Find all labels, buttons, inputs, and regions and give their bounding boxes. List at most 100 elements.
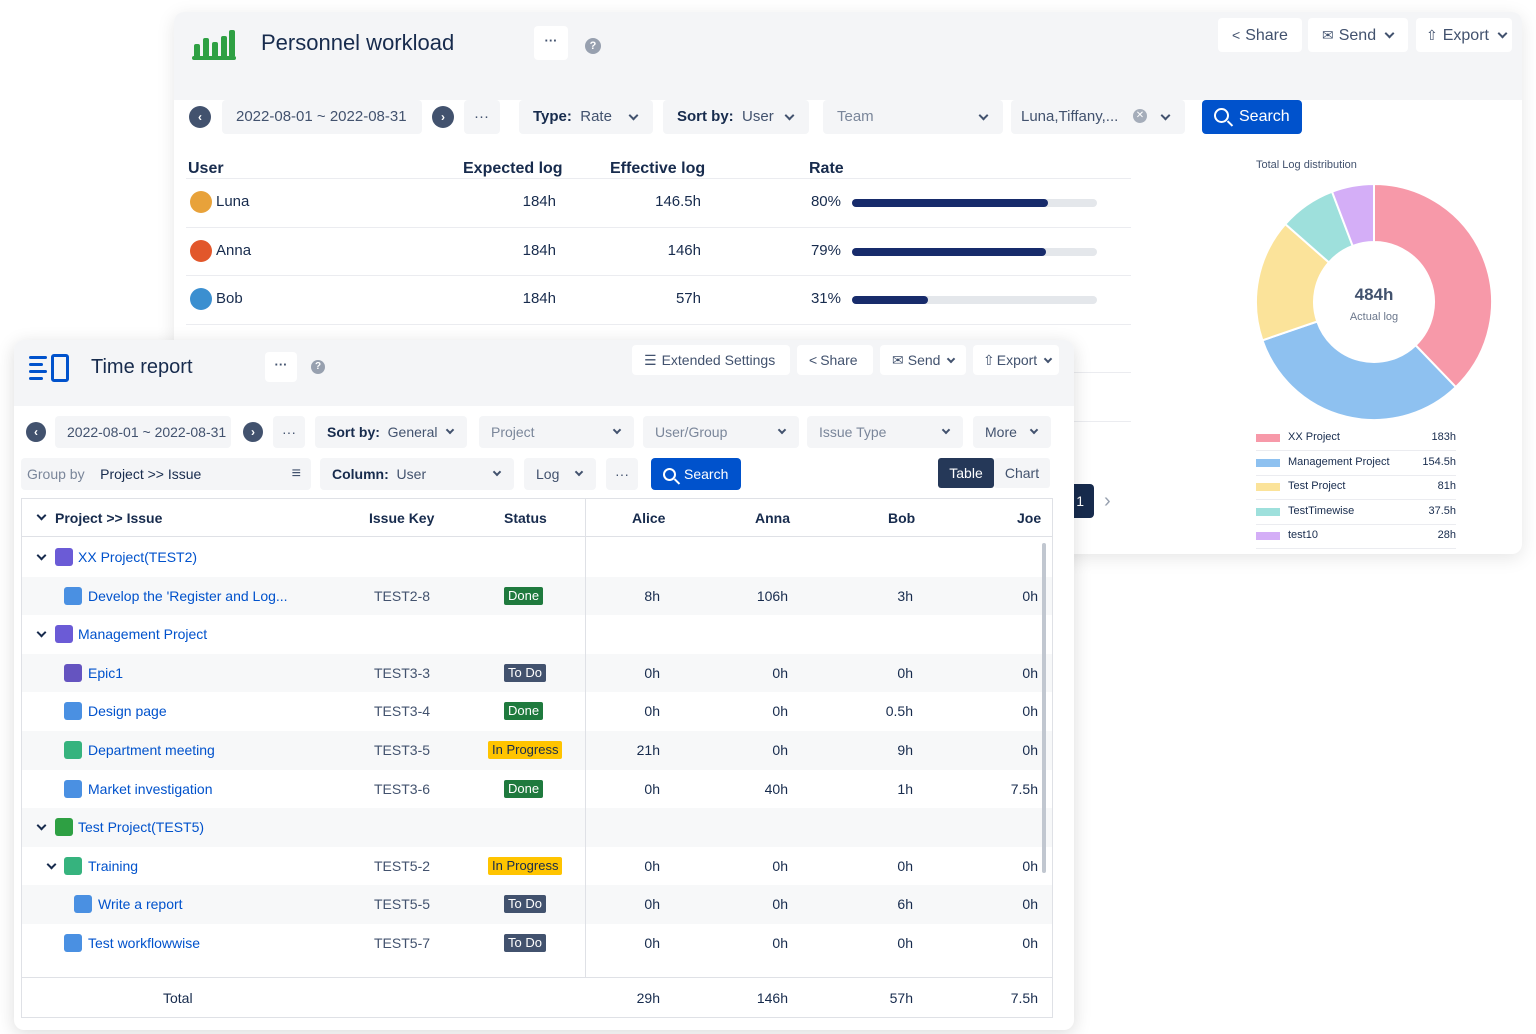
send-button[interactable]: ✉ Send [880,345,966,375]
date-options-button[interactable]: ··· [464,100,500,134]
project-name[interactable]: Test Project(TEST5) [78,819,204,835]
legend-name: XX Project [1288,431,1340,443]
more-filters-button[interactable]: More [973,416,1051,448]
issue-summary[interactable]: Test workflowwise [88,935,200,951]
issue-key[interactable]: TEST5-7 [374,935,430,951]
more-actions-button[interactable]: ··· [606,458,638,490]
issue-key[interactable]: TEST2-8 [374,588,430,604]
column-select[interactable]: Column: User [320,458,514,490]
issue-key[interactable]: TEST5-2 [374,858,430,874]
table-row[interactable]: Epic1 TEST3-3 To Do 0h 0h 0h 0h [22,653,1052,693]
project-group-row[interactable]: XX Project(TEST2) [22,538,1052,577]
rate-bar [852,199,1097,207]
chevron-down-icon[interactable] [36,627,47,638]
search-button[interactable]: Search [651,458,741,490]
user-group-select[interactable]: User/Group [643,416,799,448]
issue-key[interactable]: TEST3-3 [374,665,430,681]
chevron-down-icon[interactable] [36,820,47,831]
table-row[interactable]: Bob 184h 57h 31% [186,275,1131,323]
share-button[interactable]: < Share [797,345,873,375]
date-range-field[interactable]: 2022-08-01 ~ 2022-08-31 [55,416,231,448]
send-button[interactable]: ✉ Send [1308,18,1408,52]
status-badge: Done [504,779,544,798]
team-select[interactable]: Team [823,100,1003,134]
legend-item[interactable]: Test Project 81h [1256,476,1456,500]
date-range-field[interactable]: 2022-08-01 ~ 2022-08-31 [222,100,422,134]
users-select[interactable]: Luna,Tiffany,... ✕ [1011,100,1185,134]
table-row[interactable]: Write a report TEST5-5 To Do 0h 0h 6h 0h [22,885,1052,924]
status-badge: In Progress [488,856,563,875]
legend-value: 81h [1437,480,1456,492]
issue-summary[interactable]: Design page [88,703,167,719]
table-row[interactable]: Test workflowwise TEST5-7 To Do 0h 0h 0h 0h [22,924,1052,963]
next-period-button[interactable]: › [432,106,454,128]
table-row[interactable]: Luna 184h 146.5h 80% [186,178,1131,226]
issue-type-select[interactable]: Issue Type [807,416,963,448]
hours-joe: 0h [1022,742,1038,758]
page-next-button[interactable]: › [1104,490,1111,513]
export-button[interactable]: ⇧ Export [1416,18,1512,52]
status-badge: To Do [504,663,546,682]
more-options-button[interactable]: ··· [265,352,297,382]
issue-summary[interactable]: Epic1 [88,665,123,681]
chevron-down-icon[interactable] [46,859,57,870]
date-options-button[interactable]: ··· [273,416,305,448]
issue-key[interactable]: TEST3-6 [374,781,430,797]
rate-text: 31% [810,290,841,307]
issue-key[interactable]: TEST3-4 [374,703,430,719]
share-button[interactable]: < Share [1218,18,1302,52]
project-group-row[interactable]: Management Project [22,615,1052,654]
legend-item[interactable]: TestTimewise 37.5h [1256,501,1456,525]
group-by-field[interactable]: Group by Project >> Issue ≡ [21,458,311,490]
next-period-button[interactable]: › [243,422,263,442]
export-button[interactable]: ⇧ Export [973,345,1059,375]
prev-period-button[interactable]: ‹ [26,422,46,442]
legend-item[interactable]: test10 28h [1256,525,1456,549]
vertical-scrollbar[interactable] [1042,543,1046,873]
table-row[interactable]: Design page TEST3-4 Done 0h 0h 0.5h 0h [22,692,1052,731]
log-select[interactable]: Log [524,458,596,490]
issue-key[interactable]: TEST5-5 [374,896,430,912]
project-name[interactable]: Management Project [78,626,207,642]
table-view-toggle[interactable]: Table [938,458,994,488]
issue-summary[interactable]: Market investigation [88,781,213,797]
issue-summary[interactable]: Training [88,858,138,874]
total-joe: 7.5h [1010,990,1038,1006]
column-header-rate: Rate [809,160,844,177]
search-button[interactable]: Search [1202,100,1302,134]
table-row[interactable]: Department meeting TEST3-5 In Progress 21h 0… [22,731,1052,770]
hours-anna: 0h [772,857,788,874]
legend-item[interactable]: XX Project 183h [1256,427,1456,451]
chart-view-toggle[interactable]: Chart [994,458,1050,488]
table-row[interactable]: Market investigation TEST3-6 Done 0h 40h 1h 7.… [22,770,1052,809]
project-name[interactable]: XX Project(TEST2) [78,549,197,565]
clear-icon[interactable]: ✕ [1133,109,1147,123]
prev-period-button[interactable]: ‹ [189,106,211,128]
rate-bar-fill [852,296,928,304]
legend-item[interactable]: Management Project 154.5h [1256,452,1456,476]
issue-summary[interactable]: Department meeting [88,742,215,758]
table-row[interactable]: Training TEST5-2 In Progress 0h 0h 0h 0h [22,847,1052,886]
table-row[interactable]: Anna 184h 146h 79% [186,226,1131,275]
table-row[interactable]: Develop the 'Register and Log... TEST2-8 D… [22,576,1052,616]
extended-settings-button[interactable]: ☰ Extended Settings [632,345,790,375]
hours-alice: 0h [644,703,660,720]
type-select[interactable]: Type: Rate [519,100,653,134]
issue-summary[interactable]: Develop the 'Register and Log... [88,588,288,604]
chevron-down-icon[interactable] [36,550,47,561]
hours-bob: 9h [897,742,913,758]
project-group-row[interactable]: Test Project(TEST5) [22,808,1052,847]
hours-joe: 0h [1022,935,1038,951]
chevron-down-icon[interactable] [36,510,47,521]
more-options-button[interactable]: ··· [534,26,568,60]
issue-summary[interactable]: Write a report [98,896,183,912]
hours-anna: 0h [772,935,788,951]
project-select[interactable]: Project [479,416,634,448]
sort-select[interactable]: Sort by: User [663,100,809,134]
help-icon[interactable]: ? [585,38,601,54]
issue-key[interactable]: TEST3-5 [374,742,430,758]
sort-select[interactable]: Sort by: General [315,416,467,448]
legend-swatch [1256,434,1280,442]
rate-bar [852,296,1097,304]
help-icon[interactable]: ? [311,360,325,374]
